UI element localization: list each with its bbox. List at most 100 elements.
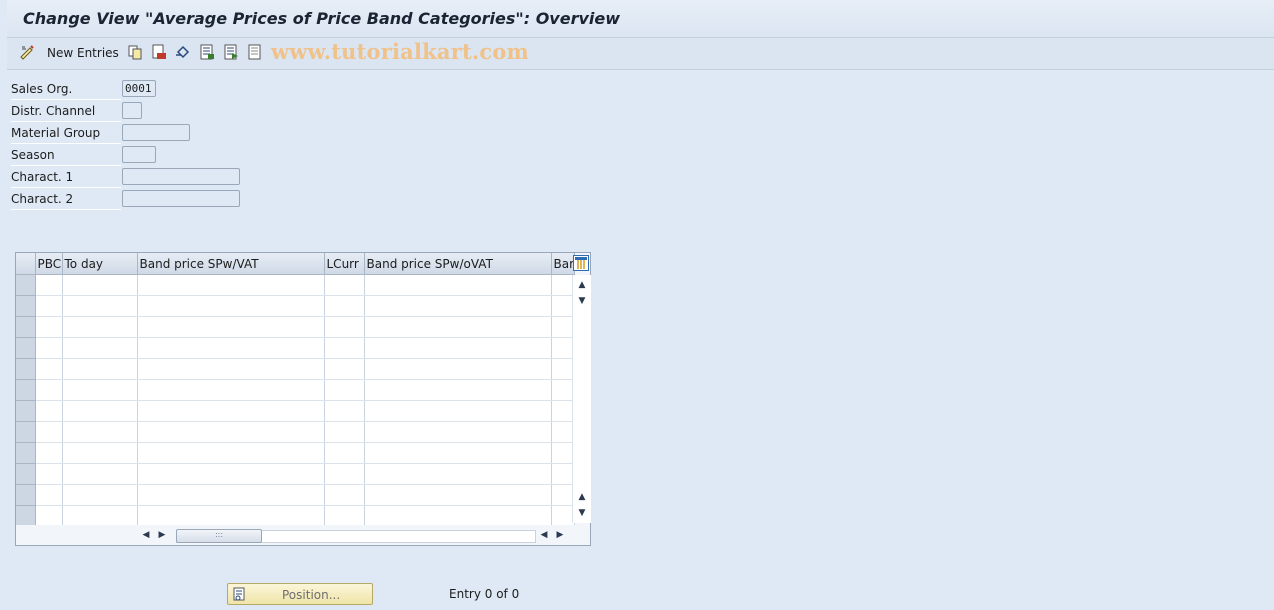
copy-icon[interactable] xyxy=(127,44,143,60)
row-selector[interactable] xyxy=(16,442,36,464)
table-cell[interactable] xyxy=(364,358,552,380)
table-cell[interactable] xyxy=(35,442,63,464)
table-cell[interactable] xyxy=(62,463,138,485)
table-cell[interactable] xyxy=(324,400,365,422)
table-cell[interactable] xyxy=(62,358,138,380)
table-cell[interactable] xyxy=(551,505,576,527)
table-cell[interactable] xyxy=(364,379,552,401)
table-cell[interactable] xyxy=(62,337,138,359)
undo-icon[interactable] xyxy=(175,44,191,60)
table-cell[interactable] xyxy=(35,337,63,359)
scroll-down-icon[interactable]: ▼ xyxy=(573,505,591,521)
horizontal-scroll-thumb[interactable]: ::: xyxy=(176,529,262,543)
table-cell[interactable] xyxy=(364,463,552,485)
table-cell[interactable] xyxy=(364,484,552,506)
table-cell[interactable] xyxy=(62,274,138,296)
table-cell[interactable] xyxy=(551,379,576,401)
table-cell[interactable] xyxy=(551,316,576,338)
table-cell[interactable] xyxy=(324,358,365,380)
table-cell[interactable] xyxy=(364,274,552,296)
row-selector[interactable] xyxy=(16,400,36,422)
table-cell[interactable] xyxy=(35,484,63,506)
row-selector[interactable] xyxy=(16,463,36,485)
table-cell[interactable] xyxy=(364,400,552,422)
row-selector[interactable] xyxy=(16,379,36,401)
table-cell[interactable] xyxy=(137,400,325,422)
select-block-icon[interactable] xyxy=(223,44,239,60)
row-selector[interactable] xyxy=(16,358,36,380)
table-cell[interactable] xyxy=(137,295,325,317)
charact-2-input[interactable] xyxy=(122,190,240,207)
position-button[interactable]: Position... xyxy=(227,583,373,605)
table-cell[interactable] xyxy=(364,442,552,464)
table-cell[interactable] xyxy=(35,358,63,380)
table-cell[interactable] xyxy=(35,379,63,401)
table-cell[interactable] xyxy=(62,295,138,317)
row-selector[interactable] xyxy=(16,484,36,506)
table-cell[interactable] xyxy=(137,484,325,506)
table-cell[interactable] xyxy=(137,358,325,380)
table-cell[interactable] xyxy=(324,421,365,443)
row-selector[interactable] xyxy=(16,505,36,527)
table-cell[interactable] xyxy=(364,316,552,338)
table-cell[interactable] xyxy=(551,274,576,296)
table-cell[interactable] xyxy=(35,274,63,296)
table-cell[interactable] xyxy=(62,505,138,527)
row-selector[interactable] xyxy=(16,421,36,443)
table-cell[interactable] xyxy=(35,463,63,485)
table-cell[interactable] xyxy=(62,484,138,506)
table-cell[interactable] xyxy=(62,316,138,338)
table-cell[interactable] xyxy=(551,400,576,422)
table-cell[interactable] xyxy=(551,337,576,359)
table-cell[interactable] xyxy=(324,337,365,359)
table-cell[interactable] xyxy=(324,274,365,296)
select-all-icon[interactable] xyxy=(199,44,215,60)
charact-1-input[interactable] xyxy=(122,168,240,185)
deselect-all-icon[interactable] xyxy=(247,44,263,60)
row-selector[interactable] xyxy=(16,295,36,317)
sales-org-input[interactable]: 0001 xyxy=(122,80,156,97)
distr-channel-input[interactable] xyxy=(122,102,142,119)
select-all-rows-cell[interactable] xyxy=(16,253,36,275)
column-header-band-price-ovat[interactable]: Band price SPw/oVAT xyxy=(364,253,552,275)
table-cell[interactable] xyxy=(364,421,552,443)
page-up-icon[interactable]: ▲ xyxy=(573,489,591,505)
vertical-scrollbar[interactable]: ▲ ▼ ▲ ▼ xyxy=(572,275,591,523)
table-cell[interactable] xyxy=(551,463,576,485)
table-cell[interactable] xyxy=(551,358,576,380)
new-entries-button[interactable]: New Entries xyxy=(47,46,119,60)
table-cell[interactable] xyxy=(62,379,138,401)
table-cell[interactable] xyxy=(137,442,325,464)
column-header-lcurr[interactable]: LCurr xyxy=(324,253,365,275)
season-input[interactable] xyxy=(122,146,156,163)
table-cell[interactable] xyxy=(551,442,576,464)
table-cell[interactable] xyxy=(137,316,325,338)
table-cell[interactable] xyxy=(324,484,365,506)
table-cell[interactable] xyxy=(62,421,138,443)
material-group-input[interactable] xyxy=(122,124,190,141)
scroll-left-end-icon[interactable]: ◀ xyxy=(538,529,550,541)
delete-icon[interactable] xyxy=(151,44,167,60)
table-cell[interactable] xyxy=(137,337,325,359)
table-cell[interactable] xyxy=(324,379,365,401)
table-cell[interactable] xyxy=(35,295,63,317)
table-cell[interactable] xyxy=(324,505,365,527)
row-selector[interactable] xyxy=(16,337,36,359)
table-cell[interactable] xyxy=(62,400,138,422)
table-cell[interactable] xyxy=(137,505,325,527)
table-cell[interactable] xyxy=(35,316,63,338)
table-cell[interactable] xyxy=(551,484,576,506)
column-header-to-day[interactable]: To day xyxy=(62,253,138,275)
column-header-bar[interactable]: Bar xyxy=(551,253,576,275)
table-cell[interactable] xyxy=(62,442,138,464)
table-cell[interactable] xyxy=(35,400,63,422)
scroll-right-icon[interactable]: ▶ xyxy=(156,529,168,541)
column-header-pbc[interactable]: PBC xyxy=(35,253,63,275)
table-cell[interactable] xyxy=(35,505,63,527)
table-cell[interactable] xyxy=(137,379,325,401)
scroll-right-end-icon[interactable]: ▶ xyxy=(554,529,566,541)
table-cell[interactable] xyxy=(137,274,325,296)
table-cell[interactable] xyxy=(324,463,365,485)
table-cell[interactable] xyxy=(324,316,365,338)
table-settings-icon[interactable] xyxy=(573,255,589,271)
